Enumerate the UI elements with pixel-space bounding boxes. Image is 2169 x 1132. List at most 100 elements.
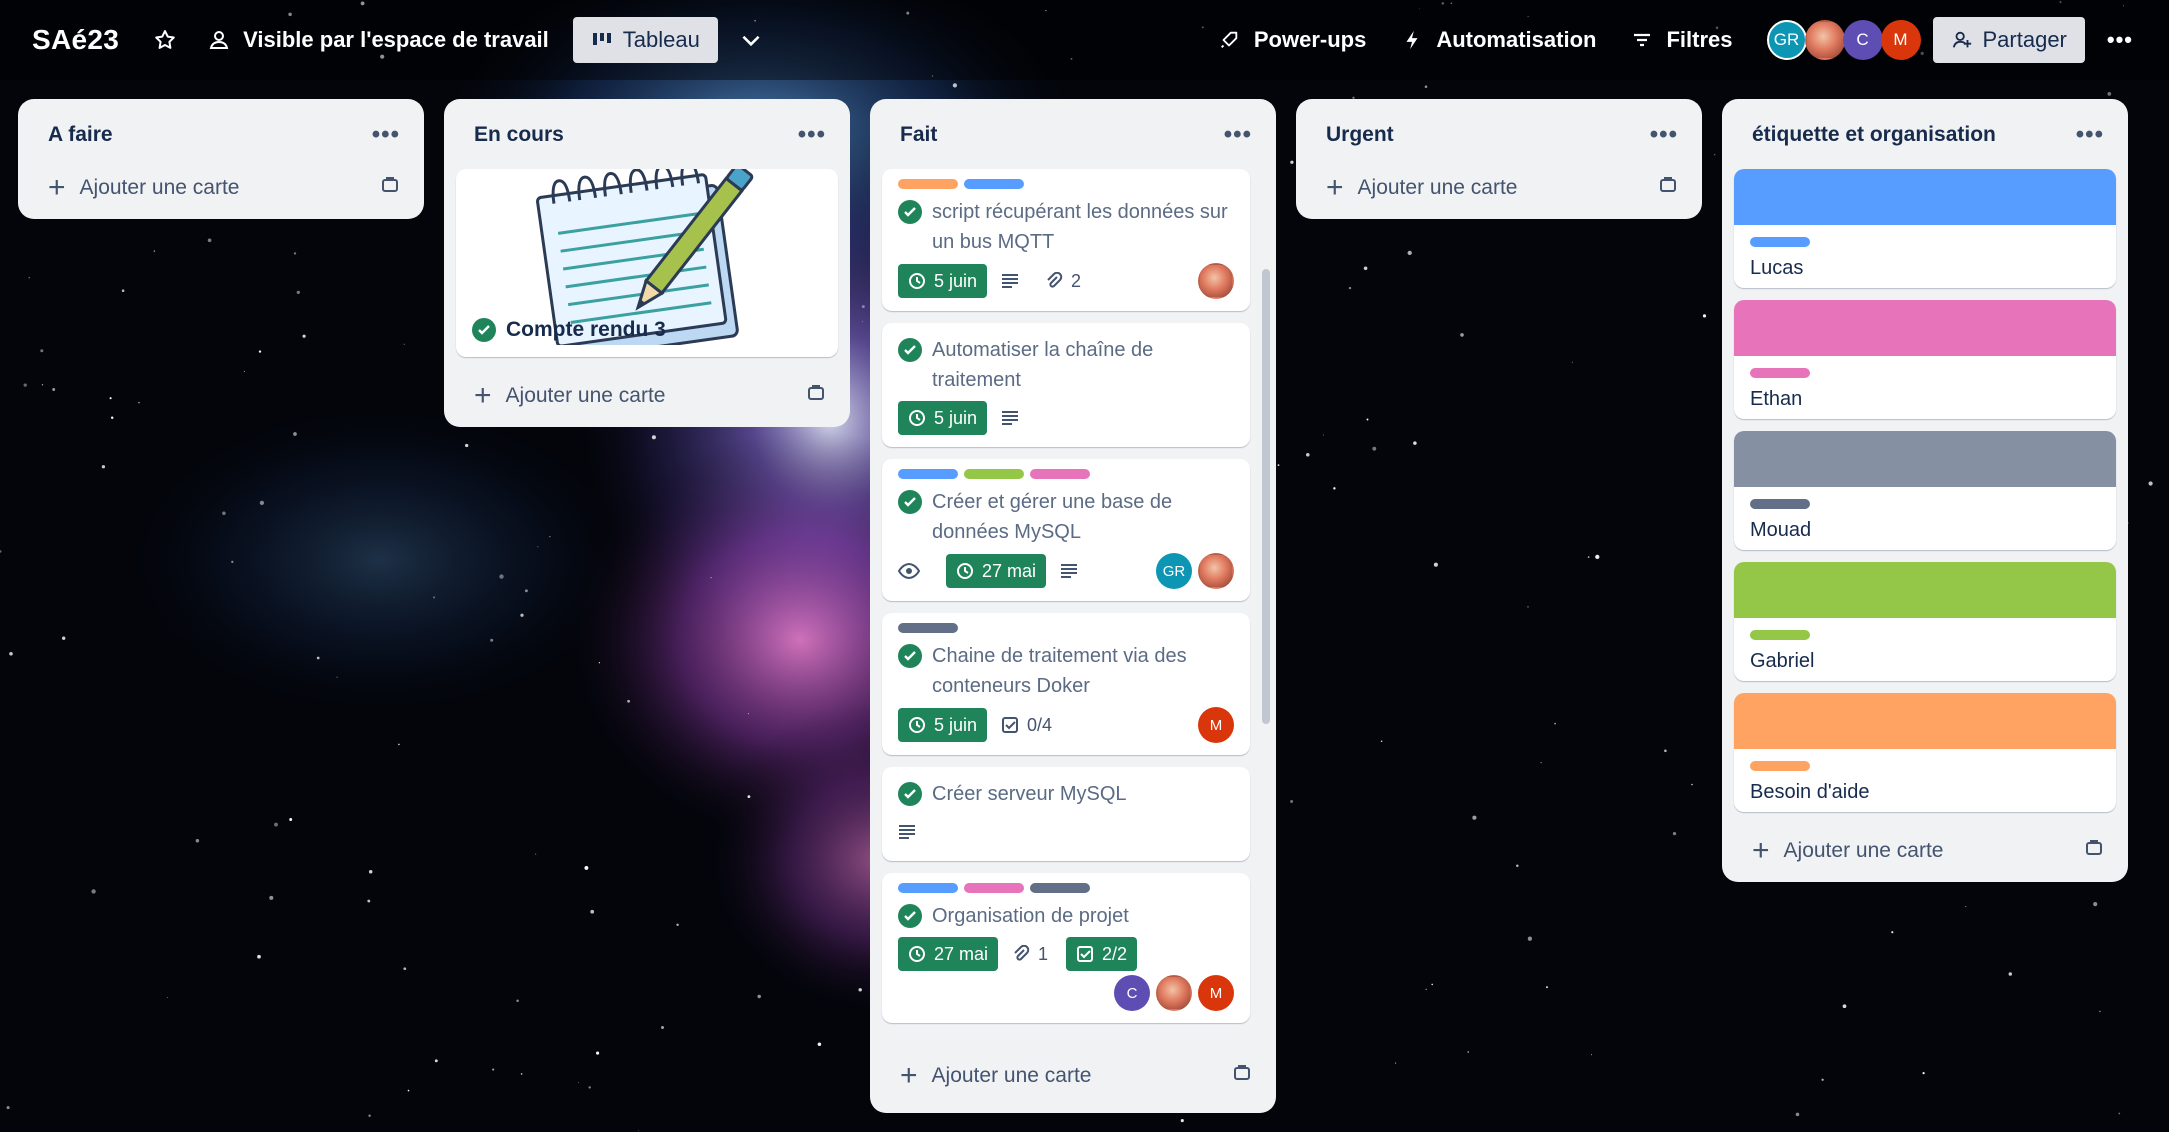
member-avatar[interactable]: C — [1842, 20, 1883, 60]
rocket-icon — [1220, 31, 1238, 48]
due-date-badge[interactable]: 5 juin — [898, 401, 988, 435]
member-avatar[interactable]: M — [1880, 20, 1921, 60]
card-title-text: Organisation de projet — [932, 905, 1129, 927]
description-icon — [1060, 563, 1086, 579]
attachment-icon — [1047, 272, 1063, 288]
template-icon[interactable] — [1232, 1063, 1252, 1089]
filters-button[interactable]: Filtres — [1632, 27, 1733, 53]
due-date-badge[interactable]: 27 mai — [898, 937, 999, 971]
board-members: GR C M — [1766, 20, 1921, 60]
member-avatar[interactable] — [1804, 20, 1845, 60]
card-badges: 27 mai 1 2/2 — [898, 937, 1234, 971]
card[interactable]: Compte rendu 3 — [456, 161, 838, 360]
due-date-text: 27 mai — [982, 560, 1037, 581]
member-avatar[interactable]: GR — [1766, 20, 1807, 60]
list-title[interactable]: Urgent — [1326, 123, 1394, 147]
add-card-button[interactable]: + Ajouter une carte — [882, 1045, 1264, 1107]
add-card-button[interactable]: + Ajouter une carte — [1308, 157, 1690, 219]
more-icon[interactable]: ••• — [2107, 27, 2133, 53]
add-card-button[interactable]: + Ajouter une carte — [456, 365, 838, 427]
card-title-text: Chaine de traitement via des conteneurs … — [932, 645, 1187, 697]
add-card-button[interactable]: + Ajouter une carte — [1734, 820, 2116, 882]
automation-label: Automatisation — [1436, 27, 1597, 52]
eye-icon — [898, 563, 928, 579]
member-avatar[interactable] — [1198, 263, 1234, 299]
card[interactable]: Chaine de traitement via des conteneurs … — [882, 613, 1250, 755]
card[interactable]: Ethan — [1734, 300, 2116, 419]
card-cover — [1734, 169, 2116, 225]
list-menu-icon[interactable]: ••• — [798, 121, 826, 149]
list-title[interactable]: Fait — [900, 123, 937, 147]
powerups-button[interactable]: Power-ups — [1218, 27, 1366, 53]
member-avatar[interactable]: GR — [1156, 553, 1192, 589]
checklist-icon — [1002, 717, 1019, 733]
card-title: Automatiser la chaîne de traitement — [898, 335, 1234, 395]
star-button[interactable] — [153, 28, 177, 52]
card-cover — [1734, 300, 2116, 356]
card-title-text: Compte rendu 3 — [506, 318, 666, 341]
list-etiquette-organisation: étiquette et organisation ••• Lucas Etha… — [1722, 99, 2128, 882]
member-avatar[interactable]: M — [1198, 707, 1234, 743]
template-icon[interactable] — [2084, 838, 2104, 864]
member-avatar[interactable] — [1198, 553, 1234, 589]
list-menu-icon[interactable]: ••• — [372, 121, 400, 149]
view-switcher-button[interactable]: Tableau — [572, 17, 718, 63]
card-labels — [898, 623, 1234, 633]
checklist-badge: 2/2 — [1066, 937, 1138, 971]
card[interactable]: Créer et gérer une base de données MySQL… — [882, 459, 1250, 601]
list-title[interactable]: En cours — [474, 123, 564, 147]
list-title[interactable]: A faire — [48, 123, 113, 147]
card-title: Organisation de projet — [898, 901, 1234, 931]
add-card-label: Ajouter une carte — [79, 176, 240, 199]
due-date-text: 27 mai — [934, 943, 989, 964]
card[interactable]: script récupérant les données sur un bus… — [882, 169, 1250, 311]
check-circle-icon — [898, 644, 922, 668]
list-en-cours: En cours ••• Compte rendu 3 + Ajouter un… — [444, 99, 850, 427]
clock-icon — [909, 273, 925, 289]
list-menu-icon[interactable]: ••• — [1650, 121, 1678, 149]
card[interactable]: Organisation de projet 27 mai 1 2/2 C M — [882, 873, 1250, 1023]
automation-button[interactable]: Automatisation — [1402, 27, 1596, 53]
card[interactable]: Besoin d'aide — [1734, 693, 2116, 812]
checklist-badge: 0/4 — [1001, 715, 1052, 736]
attachment-count: 2 — [1071, 270, 1082, 291]
list-scrollbar[interactable] — [1262, 269, 1270, 724]
card[interactable]: Lucas — [1734, 169, 2116, 288]
label-green — [1750, 630, 1810, 640]
board-title[interactable]: SAé23 — [32, 24, 119, 56]
member-avatar[interactable] — [1156, 975, 1192, 1011]
card[interactable]: Automatiser la chaîne de traitement 5 ju… — [882, 323, 1250, 447]
card-labels — [898, 883, 1234, 893]
card-members: GR — [1150, 553, 1234, 589]
visibility-button[interactable]: Visible par l'espace de travail — [207, 27, 549, 53]
template-icon[interactable] — [1658, 175, 1678, 201]
due-date-badge[interactable]: 5 juin — [898, 264, 988, 298]
card-title: Créer et gérer une base de données MySQL — [898, 487, 1234, 547]
label-gray — [1030, 883, 1090, 893]
due-date-badge[interactable]: 5 juin — [898, 708, 988, 742]
share-button[interactable]: Partager — [1932, 17, 2085, 63]
card-badges: 5 juin — [898, 401, 1234, 435]
card[interactable]: Gabriel — [1734, 562, 2116, 681]
member-avatar[interactable]: M — [1198, 975, 1234, 1011]
card-cover — [1734, 562, 2116, 618]
attachment-badge: 2 — [1045, 271, 1081, 292]
template-icon[interactable] — [806, 383, 826, 409]
card[interactable]: Mouad — [1734, 431, 2116, 550]
attachment-icon — [1014, 945, 1030, 961]
card-badges: 5 juin 0/4 M — [898, 707, 1234, 743]
card[interactable]: Créer serveur MySQL — [882, 767, 1250, 861]
card-labels — [898, 469, 1234, 479]
card-badges: 27 mai GR — [898, 553, 1234, 589]
list-title[interactable]: étiquette et organisation — [1752, 123, 1996, 147]
list-menu-icon[interactable]: ••• — [2076, 121, 2104, 149]
label-blue — [964, 179, 1024, 189]
template-icon[interactable] — [380, 175, 400, 201]
list-menu-icon[interactable]: ••• — [1224, 121, 1252, 149]
member-avatar[interactable]: C — [1114, 975, 1150, 1011]
view-options-button[interactable] — [738, 27, 764, 53]
add-card-button[interactable]: + Ajouter une carte — [30, 157, 412, 219]
due-date-badge[interactable]: 27 mai — [946, 554, 1047, 588]
add-person-icon — [1952, 31, 1971, 48]
clock-icon — [909, 410, 925, 426]
